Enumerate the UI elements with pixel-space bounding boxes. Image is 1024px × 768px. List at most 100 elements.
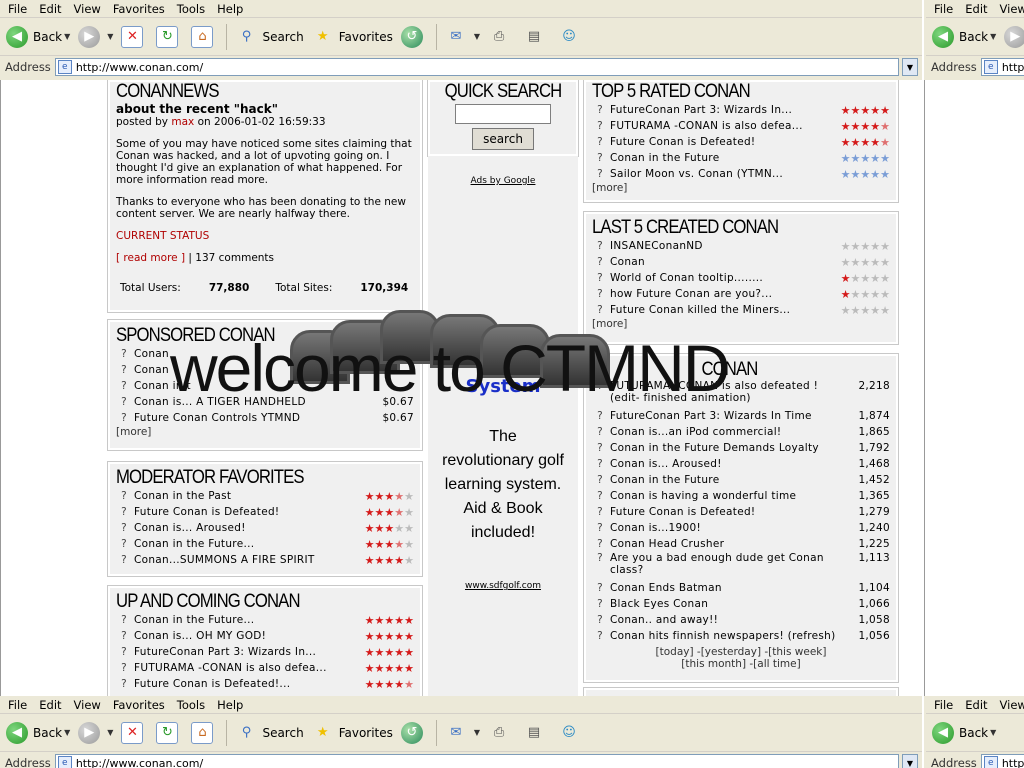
back-button[interactable]: ◀ Back (2, 22, 66, 52)
list-item[interactable]: ? Conan hits finnish newspapers! (refresh… (592, 628, 890, 644)
ads-by-google-link[interactable]: Ads by Google (428, 176, 578, 186)
mirror-back-button[interactable]: ◀ Back (928, 22, 992, 52)
forward-button[interactable]: ▶ (74, 718, 109, 748)
period-links-line1[interactable]: [today] -[yesterday] -[this week] (592, 646, 890, 658)
menu-favorites[interactable]: Favorites (109, 2, 173, 16)
news-headline[interactable]: about the recent "hack" (116, 102, 414, 116)
item-title[interactable]: INSANEConanND (610, 240, 835, 252)
question-icon[interactable]: ? (592, 410, 608, 422)
question-icon[interactable]: ? (116, 630, 132, 642)
back-dropdown-icon[interactable]: ▼ (990, 32, 996, 41)
favorites-button[interactable]: ★ Favorites (308, 718, 397, 748)
question-icon[interactable]: ? (592, 522, 608, 534)
question-icon[interactable]: ? (116, 538, 132, 550)
list-item[interactable]: ? how Future Conan are you?... ★★★★★ (592, 286, 890, 302)
mail-button[interactable]: ✉ (441, 718, 476, 748)
list-item[interactable]: ? Conan in the Future Demands Loyalty 1,79… (592, 440, 890, 456)
read-more-link[interactable]: [ read more ] (116, 252, 185, 264)
question-icon[interactable]: ? (592, 490, 608, 502)
question-icon[interactable]: ? (116, 646, 132, 658)
question-icon[interactable]: ? (592, 120, 608, 132)
item-title[interactable]: FUTURAMA -CONAN is also defea... (610, 120, 835, 132)
item-title[interactable]: Conan Ends Batman (610, 582, 844, 594)
question-icon[interactable]: ? (592, 442, 608, 454)
question-icon[interactable]: ? (592, 104, 608, 116)
list-item[interactable]: ? Black Eyes Conan 1,066 (592, 596, 890, 612)
item-title[interactable]: Future Conan is Defeated! (610, 506, 844, 518)
current-status-link[interactable]: CURRENT STATUS (116, 230, 414, 242)
forward-dropdown-icon[interactable]: ▼ (107, 32, 113, 41)
list-item[interactable]: ? FUTURAMA -CONAN is also defea... ★★★★★ (116, 660, 414, 676)
list-item[interactable]: ? Conan in the Future 1,452 (592, 472, 890, 488)
search-button[interactable]: ⚲ Search (231, 22, 307, 52)
forward-dropdown-icon[interactable]: ▼ (107, 728, 113, 737)
question-icon[interactable]: ? (592, 426, 608, 438)
print-button[interactable]: ⎙ (484, 22, 519, 52)
item-title[interactable]: Conan (610, 256, 835, 268)
menu-help[interactable]: Help (213, 698, 251, 712)
mirror-menu-view[interactable]: View (996, 2, 1024, 16)
question-icon[interactable]: ? (116, 490, 132, 502)
list-item[interactable]: ? Future Conan is Defeated!... ★★★★★ (116, 676, 414, 692)
question-icon[interactable]: ? (592, 256, 608, 268)
question-icon[interactable]: ? (116, 554, 132, 566)
list-item[interactable]: ? Sailor Moon vs. Conan (YTMN... ★★★★★ (592, 166, 890, 182)
address-input[interactable]: e http://www.conan.com/ (54, 58, 899, 76)
back-button[interactable]: ◀ Back (2, 718, 66, 748)
item-title[interactable]: Future Conan Controls YTMND (134, 412, 376, 424)
question-icon[interactable]: ? (592, 152, 608, 164)
question-icon[interactable]: ? (116, 678, 132, 690)
item-title[interactable]: Conan Head Crusher (610, 538, 844, 550)
author-link[interactable]: max (171, 116, 194, 128)
messenger-button[interactable]: ☺ (554, 718, 589, 748)
favorites-button[interactable]: ★ Favorites (308, 22, 397, 52)
mail-dropdown-icon[interactable]: ▼ (474, 728, 480, 737)
list-item[interactable]: ? Conan is... OH MY GOD! ★★★★★ (116, 628, 414, 644)
item-title[interactable]: Conan is...an iPod commercial! (610, 426, 844, 438)
top5-more-link[interactable]: [more] (592, 182, 890, 194)
menu-favorites[interactable]: Favorites (109, 698, 173, 712)
question-icon[interactable]: ? (592, 506, 608, 518)
mail-dropdown-icon[interactable]: ▼ (474, 32, 480, 41)
menu-file[interactable]: File (4, 698, 35, 712)
question-icon[interactable]: ? (116, 348, 132, 360)
question-icon[interactable]: ? (592, 538, 608, 550)
back-dropdown-icon[interactable]: ▼ (64, 32, 70, 41)
question-icon[interactable]: ? (592, 598, 608, 610)
ad-url-link[interactable]: www.sdfgolf.com (428, 581, 578, 591)
list-item[interactable]: ? INSANEConanND ★★★★★ (592, 238, 890, 254)
edit-button[interactable]: ▤ (519, 22, 554, 52)
item-title[interactable]: Future Conan is Defeated! (610, 136, 835, 148)
refresh-button[interactable]: ↻ (152, 22, 187, 52)
item-title[interactable]: Conan in the Future... (134, 614, 359, 626)
item-title[interactable]: Future Conan is Defeated! (134, 506, 359, 518)
list-item[interactable]: ? Conan in the Future... ★★★★★ (116, 536, 414, 552)
item-title[interactable]: Future Conan is Defeated!... (134, 678, 359, 690)
list-item[interactable]: ? Conan Head Crusher 1,225 (592, 536, 890, 552)
mail-button[interactable]: ✉ (441, 22, 476, 52)
list-item[interactable]: ? Future Conan killed the Miners... ★★★★★ (592, 302, 890, 318)
last5-more-link[interactable]: [more] (592, 318, 890, 330)
item-title[interactable]: FutureConan Part 3: Wizards In... (134, 646, 359, 658)
mirror-menu-file[interactable]: File (930, 2, 961, 16)
menu-file[interactable]: File (4, 2, 35, 16)
stop-button[interactable]: ✕ (117, 22, 152, 52)
menu-tools[interactable]: Tools (173, 698, 213, 712)
mirror-address-input[interactable]: ehttp:// (980, 754, 1024, 768)
menu-edit[interactable]: Edit (35, 2, 69, 16)
period-links-line2[interactable]: [this month] -[all time] (592, 658, 890, 670)
item-title[interactable]: Conan in the Future (610, 474, 844, 486)
mirror-forward-button[interactable]: ▶ (1000, 22, 1024, 52)
item-title[interactable]: Future Conan killed the Miners... (610, 304, 835, 316)
item-title[interactable]: Black Eyes Conan (610, 598, 844, 610)
question-icon[interactable]: ? (592, 458, 608, 470)
item-title[interactable]: Conan...SUMMONS A FIRE SPIRIT (134, 554, 359, 566)
mirror-address-input[interactable]: ehttp:// (980, 58, 1024, 76)
question-icon[interactable]: ? (592, 582, 608, 594)
item-title[interactable]: Conan in the Past (134, 490, 359, 502)
item-title[interactable]: Sailor Moon vs. Conan (YTMN... (610, 168, 835, 180)
list-item[interactable]: ? Future Conan Controls YTMND $0.67 (116, 410, 414, 426)
item-title[interactable]: Conan in the Future (610, 152, 835, 164)
question-icon[interactable]: ? (116, 364, 132, 376)
list-item[interactable]: ? FutureConan Part 3: Wizards In... ★★★★★ (116, 644, 414, 660)
